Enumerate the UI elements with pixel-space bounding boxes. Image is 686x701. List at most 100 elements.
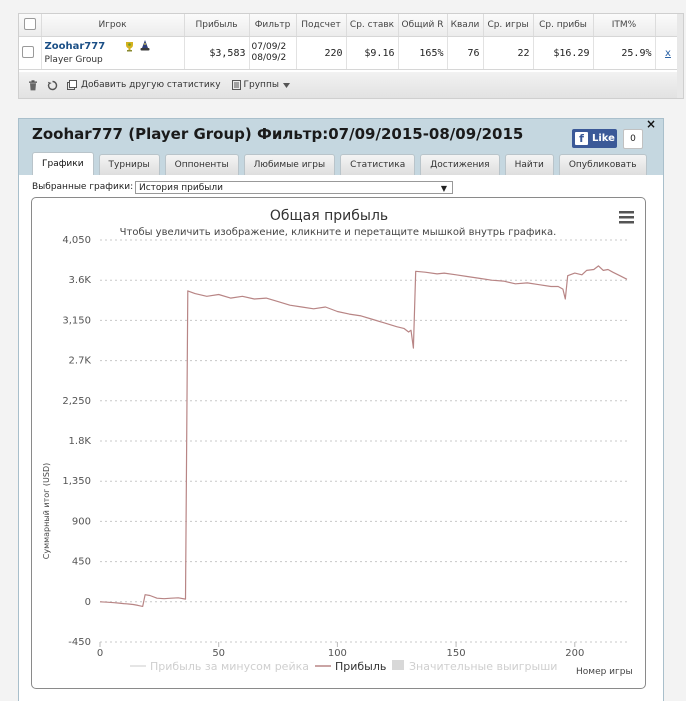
y-tick-label: 4,050 — [62, 235, 91, 246]
y-tick-label: 3.6K — [69, 275, 92, 286]
chart-select-value: История прибыли — [139, 183, 223, 193]
panel-title: Zoohar777 (Player Group) Фильтр:07/09/20… — [32, 125, 524, 143]
y-tick-label: 1.8K — [69, 436, 92, 447]
y-tick-label: 1,350 — [62, 476, 91, 487]
legend-item[interactable]: Прибыль — [315, 660, 386, 673]
graph-panel: Zoohar777 (Player Group) Фильтр:07/09/20… — [18, 117, 664, 701]
player-cell: Zoohar777 Player Group — [41, 36, 185, 70]
trash-icon[interactable] — [28, 79, 38, 91]
add-stats-label: Добавить другую статистику — [81, 80, 221, 90]
y-tick-label: 2,250 — [62, 396, 91, 407]
vertical-scrollbar[interactable] — [677, 14, 683, 98]
trophy-icon — [125, 42, 133, 52]
itm-cell: 25.9% — [593, 36, 656, 70]
panel-tabs: Графики Турниры Оппоненты Любимые игры С… — [32, 152, 652, 175]
chart-menu-icon[interactable] — [619, 211, 634, 224]
col-header-count[interactable]: Подсчет — [296, 14, 347, 37]
wizard-icon — [140, 40, 149, 51]
tab-charts[interactable]: Графики — [32, 152, 94, 175]
profit-cell: $3,583 — [184, 36, 250, 70]
row-checkbox[interactable] — [22, 45, 34, 58]
y-axis-label: Суммарный итог (USD) — [42, 463, 51, 560]
tab-favorite-games[interactable]: Любимые игры — [243, 154, 336, 175]
chart-select-label: Выбранные графики: — [32, 182, 134, 192]
dropdown-arrow-icon: ▼ — [440, 184, 447, 193]
tab-tournaments[interactable]: Турниры — [98, 154, 160, 175]
close-icon[interactable]: × — [646, 117, 656, 131]
groups-button[interactable]: Группы — [231, 80, 290, 90]
stats-table: Игрок Прибыль Фильтр Подсчет Ср. ставк О… — [19, 14, 682, 70]
y-tick-labels: -450 0 450 900 1,350 1.8K 2,250 2.7K 3,150 3.6K 4,… — [62, 235, 91, 648]
tab-opponents[interactable]: Оппоненты — [164, 154, 239, 175]
filter-cell: 07/09/2 08/09/2 — [249, 36, 297, 70]
y-tick-label: -450 — [68, 637, 91, 648]
select-all-checkbox[interactable] — [23, 17, 36, 30]
table-row: Zoohar777 Player Group $3,583 07/09/2 08… — [19, 36, 682, 70]
series-group — [99, 265, 628, 607]
col-header-avg-profit[interactable]: Ср. прибы — [533, 14, 594, 37]
avg-stake-cell: $9.16 — [346, 36, 399, 70]
avg-games-cell: 22 — [483, 36, 534, 70]
filter-to: 08/09/2 — [251, 53, 287, 63]
facebook-icon: f — [575, 132, 588, 145]
avg-profit-cell: $16.29 — [533, 36, 594, 70]
add-stats-icon — [67, 80, 77, 90]
player-name-link[interactable]: Zoohar777 — [45, 41, 181, 52]
like-count: 0 — [623, 129, 643, 149]
x-axis-label: Номер игры — [576, 667, 633, 677]
filter-from: 07/09/2 — [251, 42, 287, 52]
x-tick-label: 100 — [328, 648, 347, 659]
tab-achievements[interactable]: Достижения — [420, 154, 500, 175]
col-header-avg-stake[interactable]: Ср. ставк — [346, 14, 399, 37]
chart-title: Общая прибыль — [270, 208, 388, 224]
chart-legend: Прибыль за минусом рейка Прибыль Значитель… — [130, 660, 557, 673]
refresh-icon[interactable] — [47, 80, 58, 91]
profit-series-line[interactable] — [99, 265, 628, 607]
quali-cell: 76 — [447, 36, 484, 70]
x-tick-label: 150 — [447, 648, 466, 659]
x-tick-label: 0 — [97, 648, 103, 659]
chevron-down-icon — [282, 82, 290, 88]
y-tick-label: 0 — [85, 597, 91, 608]
y-tick-label: 450 — [72, 557, 91, 568]
col-header-player[interactable]: Игрок — [41, 14, 185, 37]
legend-item[interactable]: Прибыль за минусом рейка — [130, 660, 309, 673]
stats-toolbar: Добавить другую статистику Группы — [19, 72, 681, 98]
legend-item[interactable]: Значительные выигрыши — [392, 660, 557, 673]
y-tick-label: 3,150 — [62, 315, 91, 326]
facebook-like-label: Like — [592, 133, 615, 144]
chart-select[interactable]: История прибыли ▼ — [135, 181, 453, 194]
x-tick-labels: 0 50 100 150 200 — [97, 642, 584, 659]
total-roi-cell: 165% — [398, 36, 448, 70]
col-header-quali[interactable]: Квали — [447, 14, 484, 37]
col-header-filter[interactable]: Фильтр — [249, 14, 297, 37]
select-all-header — [19, 14, 42, 37]
legend-label: Значительные выигрыши — [409, 660, 557, 673]
tab-statistics[interactable]: Статистика — [340, 154, 416, 175]
tab-find[interactable]: Найти — [504, 154, 554, 175]
x-tick-label: 50 — [212, 648, 225, 659]
chart-subtitle: Чтобы увеличить изображение, кликните и … — [120, 227, 557, 238]
row-checkbox-cell — [19, 36, 42, 70]
chart-grid — [100, 239, 627, 643]
groups-icon — [231, 80, 241, 90]
legend-swatch — [392, 660, 404, 670]
col-header-itm[interactable]: ITM% — [593, 14, 656, 37]
col-header-profit[interactable]: Прибыль — [184, 14, 250, 37]
remove-row-link[interactable]: x — [665, 48, 671, 59]
add-stats-button[interactable]: Добавить другую статистику — [67, 80, 221, 90]
legend-label: Прибыль за минусом рейка — [150, 660, 309, 673]
tab-publish[interactable]: Опубликовать — [558, 154, 647, 175]
chart-container[interactable]: -450 0 450 900 1,350 1.8K 2,250 2.7K 3,150 3.6K 4,… — [31, 197, 646, 689]
col-header-total-roi[interactable]: Общий R — [398, 14, 448, 37]
y-tick-label: 2.7K — [69, 356, 92, 367]
stats-table-panel: Игрок Прибыль Фильтр Подсчет Ср. ставк О… — [18, 13, 684, 99]
groups-label: Группы — [243, 80, 279, 90]
col-header-avg-games[interactable]: Ср. игры — [483, 14, 534, 37]
facebook-like-button[interactable]: f Like — [572, 129, 617, 148]
panel-header: Zoohar777 (Player Group) Фильтр:07/09/20… — [19, 117, 663, 175]
stats-header-row: Игрок Прибыль Фильтр Подсчет Ср. ставк О… — [19, 14, 682, 37]
player-group: Player Group — [44, 55, 103, 65]
count-cell: 220 — [296, 36, 347, 70]
profit-chart[interactable]: -450 0 450 900 1,350 1.8K 2,250 2.7K 3,150 3.6K 4,… — [32, 198, 645, 688]
